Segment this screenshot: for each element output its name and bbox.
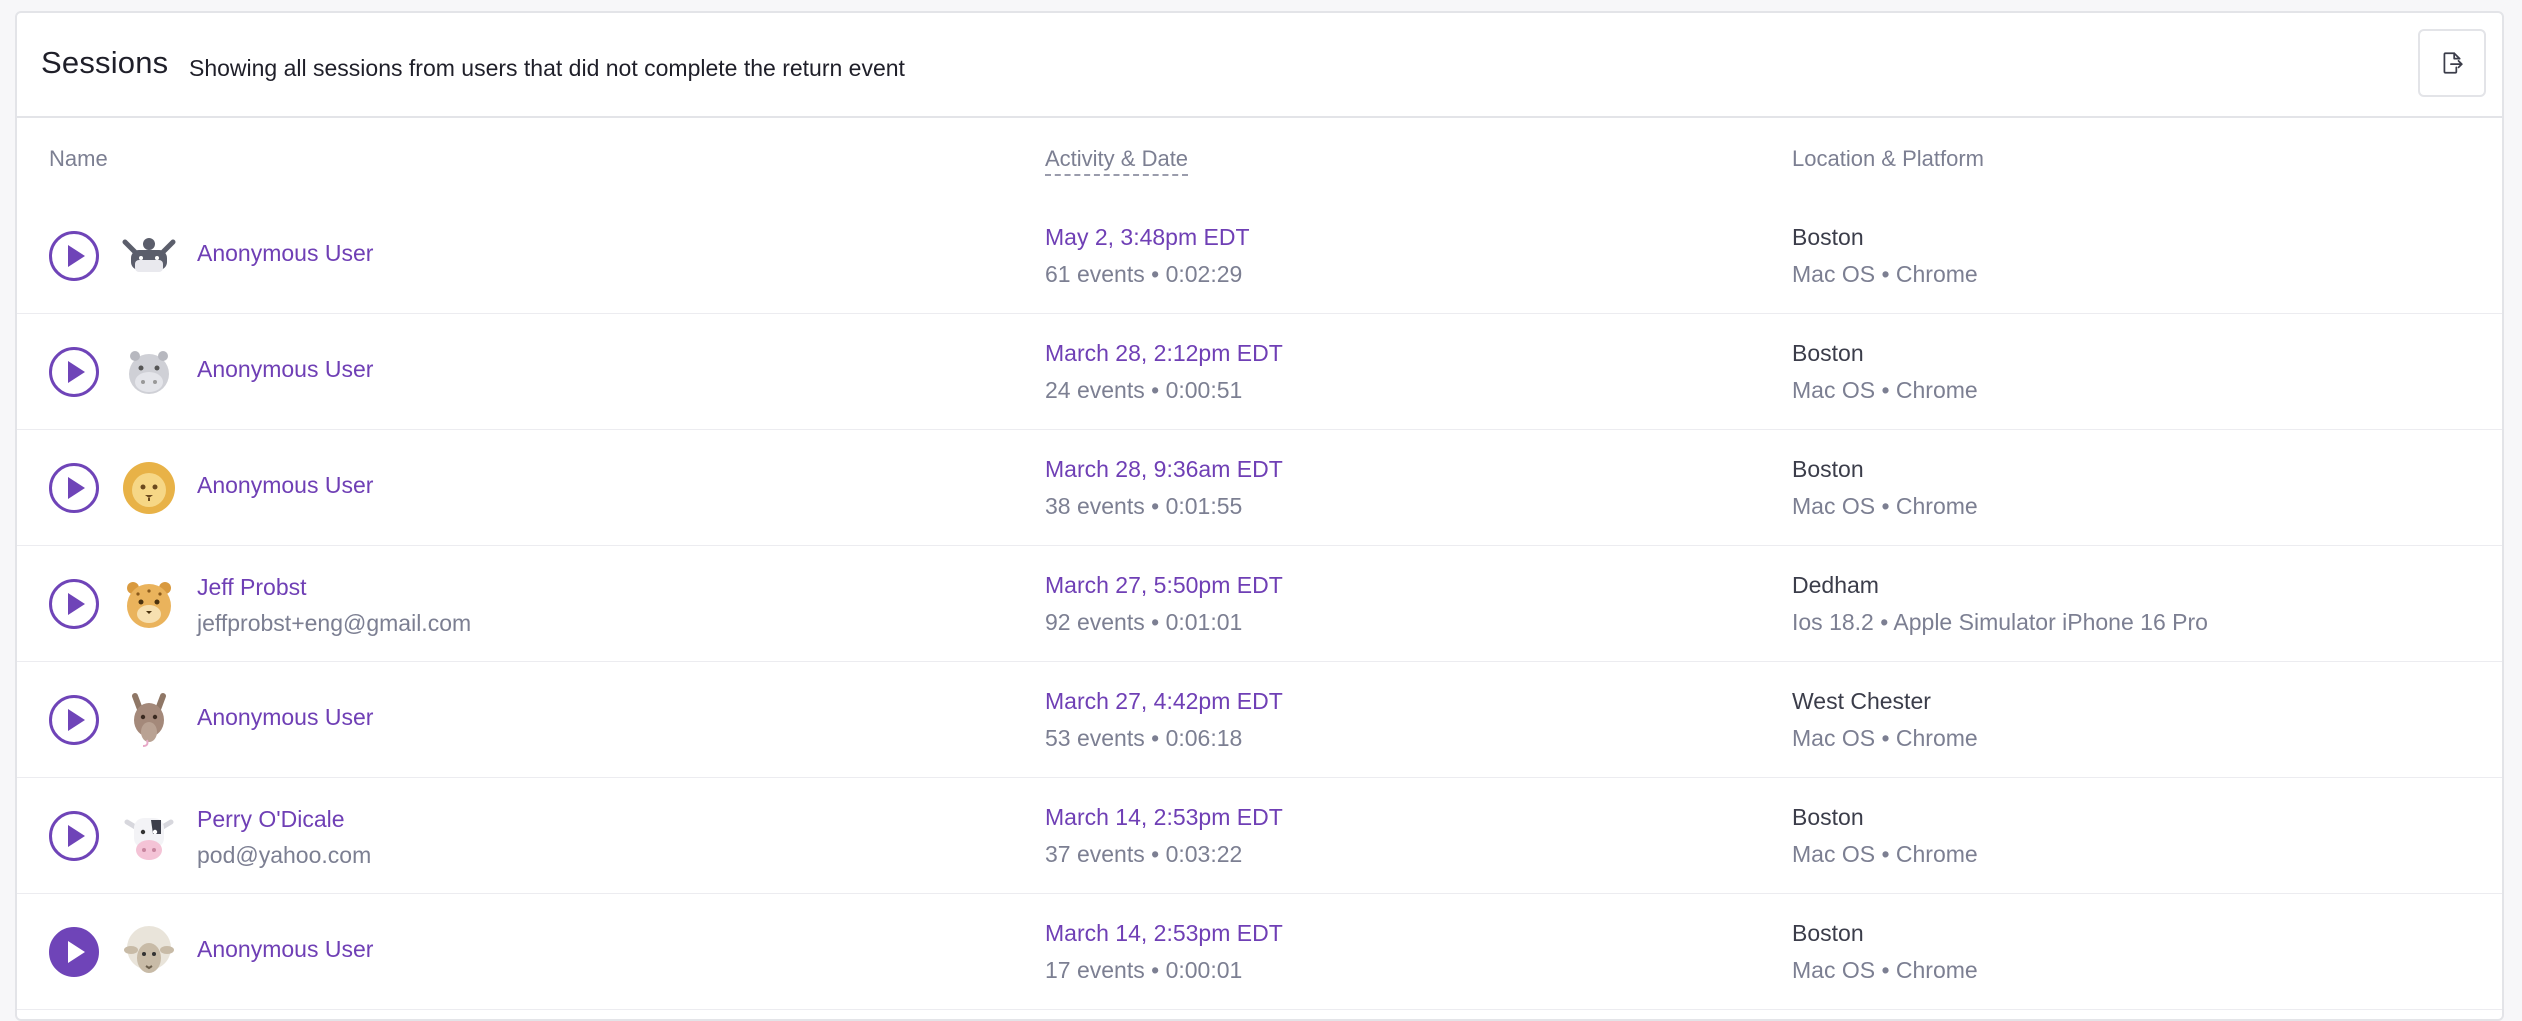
session-date-link[interactable]: May 2, 3:48pm EDT: [1045, 224, 1250, 251]
sessions-panel: Sessions Showing all sessions from users…: [15, 11, 2504, 1021]
session-platform: Mac OS • Chrome: [1792, 957, 1978, 983]
session-city: Boston: [1792, 456, 1864, 482]
export-icon: [2443, 52, 2463, 74]
kangaroo-icon: [121, 692, 177, 748]
user-email: jeffprobst+eng@gmail.com: [197, 610, 472, 636]
column-header-activity[interactable]: Activity & Date: [1045, 146, 1189, 176]
session-date-link[interactable]: March 28, 9:36am EDT: [1045, 456, 1283, 483]
sheep-icon: [121, 924, 177, 980]
hippo-icon: [121, 344, 177, 400]
play-session-button[interactable]: [49, 347, 99, 397]
session-platform: Ios 18.2 • Apple Simulator iPhone 16 Pro: [1792, 609, 2208, 635]
whale-icon: [121, 228, 177, 284]
column-header-location[interactable]: Location & Platform: [1792, 146, 1984, 172]
session-events-duration: 53 events • 0:06:18: [1045, 725, 1243, 751]
user-name-link[interactable]: Jeff Probst: [197, 574, 307, 601]
user-email: pod@yahoo.com: [197, 842, 372, 868]
session-date-link[interactable]: March 14, 2:53pm EDT: [1045, 804, 1283, 831]
session-events-duration: 92 events • 0:01:01: [1045, 609, 1243, 635]
play-icon: [68, 593, 85, 615]
table-row[interactable]: Anonymous User March 27, 4:42pm EDT 53 e…: [17, 662, 2502, 778]
session-city: West Chester: [1792, 688, 1931, 714]
play-icon: [68, 941, 85, 963]
session-platform: Mac OS • Chrome: [1792, 377, 1978, 403]
user-name-link[interactable]: Anonymous User: [197, 936, 373, 963]
column-header-name[interactable]: Name: [49, 146, 108, 172]
play-session-button[interactable]: [49, 463, 99, 513]
session-events-duration: 61 events • 0:02:29: [1045, 261, 1243, 287]
user-name-link[interactable]: Anonymous User: [197, 356, 373, 383]
cow-icon: [121, 808, 177, 864]
user-name-link[interactable]: Anonymous User: [197, 704, 373, 731]
session-events-duration: 37 events • 0:03:22: [1045, 841, 1243, 867]
panel-header: Sessions Showing all sessions from users…: [17, 13, 2502, 118]
play-session-button[interactable]: [49, 811, 99, 861]
play-session-button[interactable]: [49, 695, 99, 745]
session-platform: Mac OS • Chrome: [1792, 493, 1978, 519]
session-platform: Mac OS • Chrome: [1792, 261, 1978, 287]
session-list: Anonymous User May 2, 3:48pm EDT 61 even…: [17, 198, 2502, 1010]
page-subtitle: Showing all sessions from users that did…: [189, 55, 905, 81]
play-icon: [68, 825, 85, 847]
session-city: Boston: [1792, 340, 1864, 366]
session-city: Boston: [1792, 224, 1864, 250]
user-name-link[interactable]: Perry O'Dicale: [197, 806, 345, 833]
table-row[interactable]: Jeff Probst jeffprobst+eng@gmail.com Mar…: [17, 546, 2502, 662]
play-icon: [68, 709, 85, 731]
play-session-button[interactable]: [49, 231, 99, 281]
play-icon: [68, 245, 85, 267]
session-city: Boston: [1792, 804, 1864, 830]
session-city: Dedham: [1792, 572, 1879, 598]
play-session-button[interactable]: [49, 927, 99, 977]
table-row[interactable]: Anonymous User May 2, 3:48pm EDT 61 even…: [17, 198, 2502, 314]
session-city: Boston: [1792, 920, 1864, 946]
session-platform: Mac OS • Chrome: [1792, 841, 1978, 867]
table-row[interactable]: Anonymous User March 14, 2:53pm EDT 17 e…: [17, 894, 2502, 1010]
session-events-duration: 38 events • 0:01:55: [1045, 493, 1243, 519]
session-date-link[interactable]: March 27, 4:42pm EDT: [1045, 688, 1283, 715]
cheetah-icon: [121, 576, 177, 632]
table-row[interactable]: Anonymous User March 28, 9:36am EDT 38 e…: [17, 430, 2502, 546]
session-date-link[interactable]: March 14, 2:53pm EDT: [1045, 920, 1283, 947]
play-session-button[interactable]: [49, 579, 99, 629]
session-events-duration: 17 events • 0:00:01: [1045, 957, 1243, 983]
user-name-link[interactable]: Anonymous User: [197, 240, 373, 267]
lion-icon: [121, 460, 177, 516]
play-icon: [68, 477, 85, 499]
session-events-duration: 24 events • 0:00:51: [1045, 377, 1243, 403]
session-platform: Mac OS • Chrome: [1792, 725, 1978, 751]
table-row[interactable]: Perry O'Dicale pod@yahoo.com March 14, 2…: [17, 778, 2502, 894]
column-headers: Name Activity & Date Location & Platform: [17, 118, 2502, 198]
session-date-link[interactable]: March 27, 5:50pm EDT: [1045, 572, 1283, 599]
page-title: Sessions: [41, 45, 169, 80]
table-row[interactable]: Anonymous User March 28, 2:12pm EDT 24 e…: [17, 314, 2502, 430]
user-name-link[interactable]: Anonymous User: [197, 472, 373, 499]
play-icon: [68, 361, 85, 383]
export-button[interactable]: [2418, 29, 2486, 97]
session-date-link[interactable]: March 28, 2:12pm EDT: [1045, 340, 1283, 367]
